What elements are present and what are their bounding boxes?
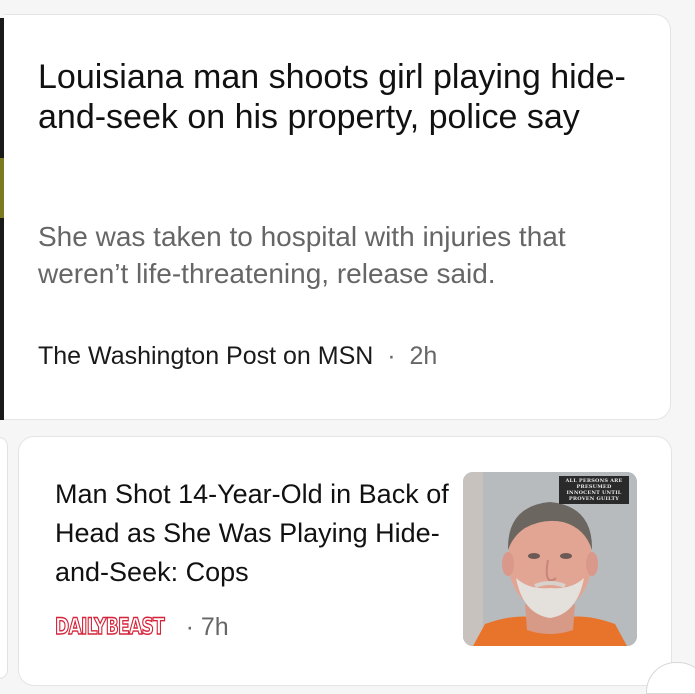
publish-time: 2h	[409, 342, 438, 370]
adjacent-card-edge	[0, 437, 8, 679]
publish-time: 7h	[200, 612, 229, 641]
article-summary: She was taken to hospital with injuries …	[38, 221, 566, 289]
meta-separator: ·	[380, 342, 403, 370]
mugshot-disclaimer-stamp: ALL PERSONS ARE PRESUMED INNOCENT UNTIL …	[559, 476, 629, 504]
meta-separator: ·	[178, 612, 201, 641]
news-card[interactable]: Louisiana man shoots girl playing hide-a…	[4, 14, 671, 420]
article-meta: DAILYBEAST · 7h	[54, 607, 229, 647]
headline[interactable]: Louisiana man shoots girl playing hide-a…	[38, 57, 638, 137]
source-name[interactable]: The Washington Post on MSN	[38, 342, 373, 370]
headline[interactable]: Man Shot 14-Year-Old in Back of Head as …	[55, 475, 455, 592]
daily-beast-logo[interactable]: DAILYBEAST	[54, 614, 165, 640]
news-card[interactable]: Man Shot 14-Year-Old in Back of Head as …	[18, 436, 672, 686]
article-meta: The Washington Post on MSN · 2h	[38, 340, 437, 372]
article-thumbnail[interactable]: ALL PERSONS ARE PRESUMED INNOCENT UNTIL …	[463, 472, 637, 646]
